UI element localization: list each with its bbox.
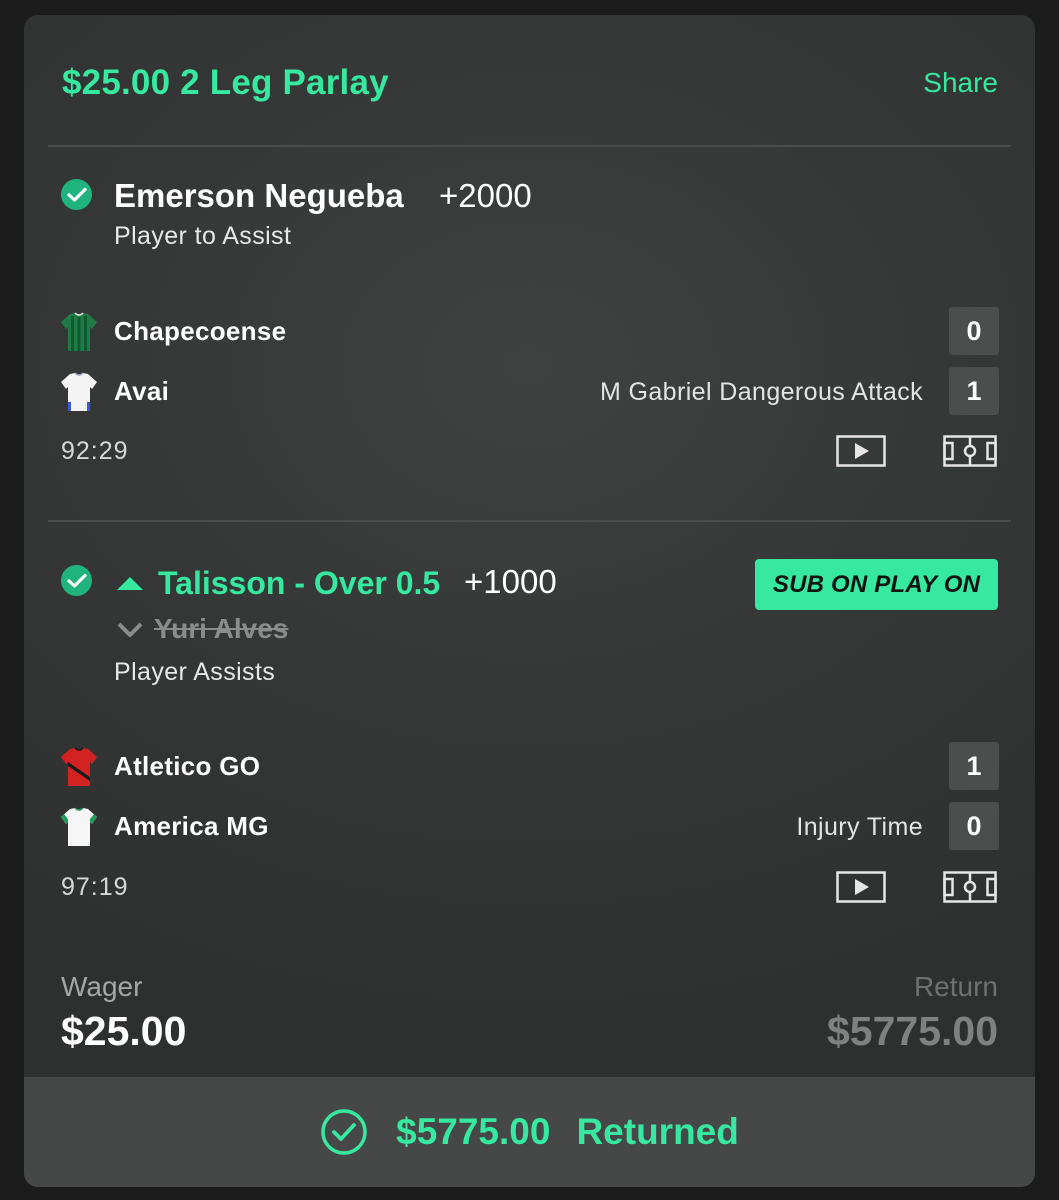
team-score: 0 — [949, 802, 999, 850]
red-black-jersey-icon — [61, 747, 97, 786]
bet-card: $25.00 2 Leg Parlay Share Emerson Negueb… — [24, 15, 1035, 1187]
green-striped-jersey-icon — [61, 312, 97, 351]
sub-off-player: Yuri Alves — [116, 613, 288, 645]
team-name: Atletico GO — [114, 751, 261, 781]
wager-value: $25.00 — [61, 1008, 187, 1054]
team-row-home: Chapecoense 0 — [60, 307, 999, 355]
team-name: America MG — [114, 811, 269, 841]
team-name: Avai — [114, 376, 170, 406]
wager-label: Wager — [61, 971, 143, 1002]
team-score: 1 — [949, 742, 999, 790]
returned-amount: $5775.00 — [396, 1111, 551, 1152]
leg-won-check-icon — [61, 179, 92, 210]
share-button[interactable]: Share — [923, 67, 998, 99]
pitch-tracker-icon[interactable] — [943, 871, 997, 903]
match-status: M Gabriel Dangerous Attack — [599, 378, 923, 406]
return-value: $5775.00 — [826, 1008, 998, 1054]
returned-status: Returned — [576, 1111, 739, 1152]
team-row-away: Avai M Gabriel Dangerous Attack 1 — [60, 367, 999, 415]
white-green-jersey-icon — [61, 807, 97, 846]
play-video-icon[interactable] — [836, 435, 886, 467]
sub-on-player: Talisson - Over 0.5 — [114, 563, 440, 603]
leg-won-check-icon — [61, 565, 92, 596]
bet-title: $25.00 2 Leg Parlay — [62, 63, 389, 102]
leg-odds: +1000 — [464, 563, 557, 600]
leg-market: Player Assists — [114, 658, 276, 686]
sub-on-selection: Talisson - Over 0.5 — [158, 564, 441, 601]
match-clock: 97:19 — [61, 873, 129, 901]
check-circle-icon — [321, 1109, 367, 1155]
leg-selection: Emerson Negueba — [114, 177, 404, 214]
sub-off-selection: Yuri Alves — [154, 613, 289, 644]
team-name: Chapecoense — [114, 316, 287, 346]
divider — [48, 520, 1011, 522]
divider — [48, 145, 1011, 147]
pitch-tracker-icon[interactable] — [943, 435, 997, 467]
match-clock: 92:29 — [61, 437, 129, 465]
team-score: 0 — [949, 307, 999, 355]
sub-on-play-on-badge: SUB ON PLAY ON — [755, 559, 998, 610]
play-video-icon[interactable] — [836, 871, 886, 903]
leg-market: Player to Assist — [114, 222, 292, 250]
leg-odds: +2000 — [439, 177, 532, 214]
arrow-down-icon — [117, 622, 143, 637]
arrow-up-icon — [117, 577, 143, 590]
return-label: Return — [913, 971, 998, 1002]
team-row-home: Atletico GO 1 — [60, 742, 999, 790]
team-row-away: America MG Injury Time 0 — [60, 802, 999, 850]
match-status: Injury Time — [796, 813, 923, 841]
white-jersey-icon — [61, 372, 97, 411]
team-score: 1 — [949, 367, 999, 415]
returned-footer: $5775.00 Returned — [24, 1077, 1035, 1187]
